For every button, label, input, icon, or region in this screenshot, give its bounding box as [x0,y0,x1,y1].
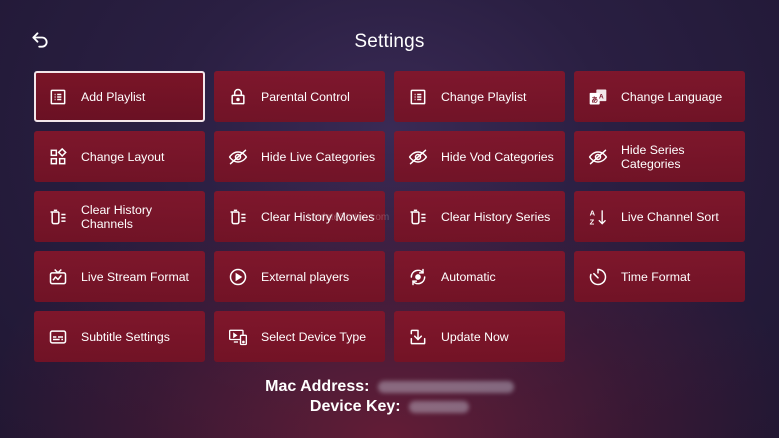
device-key-value-redacted [409,400,470,413]
translate-icon: Aあ [587,86,609,108]
tile-label: Hide Series Categories [621,142,685,171]
download-icon [407,326,429,348]
tile-label: Add Playlist [81,89,146,104]
tile-hide-live-categories[interactable]: Hide Live Categories [214,131,385,182]
tile-update-now[interactable]: Update Now [394,311,565,362]
watermark: UpdateStatus.com [307,212,390,223]
tile-automatic[interactable]: Automatic [394,251,565,302]
device-key-row: Device Key: [0,398,779,416]
auto-refresh-icon [407,266,429,288]
tile-time-format[interactable]: Time Format [574,251,745,302]
tile-select-device-type[interactable]: Select Device Type [214,311,385,362]
tile-label: Change Layout [81,149,165,164]
device-key-label: Device Key: [309,398,401,415]
svg-text:A: A [599,93,604,100]
mac-address-row: Mac Address: [0,378,779,396]
tile-hide-vod-categories[interactable]: Hide Vod Categories [394,131,565,182]
tile-label: Hide Live Categories [261,149,376,164]
tile-change-layout[interactable]: Change Layout [34,131,205,182]
tile-label: Parental Control [261,89,350,104]
tile-live-stream-format[interactable]: Live Stream Format [34,251,205,302]
tile-label: Update Now [441,329,509,344]
timer-icon [587,266,609,288]
tile-label: External players [261,269,350,284]
tile-parental-control[interactable]: Parental Control [214,71,385,122]
devices-icon [227,326,249,348]
clear-history-icon [407,206,429,228]
clear-history-icon [227,206,249,228]
eye-off-icon [587,146,609,168]
tile-label: Clear History Channels [81,202,153,231]
tile-label: Time Format [621,269,691,284]
tile-label: Hide Vod Categories [441,149,554,164]
mac-address-label: Mac Address: [265,378,370,395]
tile-add-playlist[interactable]: Add Playlist [34,71,205,122]
tile-change-language[interactable]: A あ Change Language [574,71,745,122]
tv-icon [47,266,69,288]
play-circle-icon [227,266,249,288]
svg-text:A: A [590,208,596,217]
eye-off-icon [407,146,429,168]
subtitles-icon [47,326,69,348]
tile-change-playlist[interactable]: Change Playlist [394,71,565,122]
tile-live-channel-sort[interactable]: A Z Live Channel Sort [574,191,745,242]
tile-subtitle-settings[interactable]: Subtitle Settings [34,311,205,362]
tile-label: Subtitle Settings [81,329,170,344]
tile-label: Select Device Type [261,329,367,344]
tile-hide-series-categories[interactable]: Hide Series Categories [574,131,745,182]
svg-text:Z: Z [590,217,595,226]
tile-label: Automatic [441,269,496,284]
clear-history-icon [47,206,69,228]
lock-icon [227,86,249,108]
list-icon [407,86,429,108]
tile-external-players[interactable]: External players [214,251,385,302]
tile-label: Live Stream Format [81,269,189,284]
tile-clear-history-channels[interactable]: Clear History Channels [34,191,205,242]
tile-label: Change Language [621,89,723,104]
tile-label: Change Playlist [441,89,527,104]
page-title: Settings [354,31,425,52]
list-icon [47,86,69,108]
layout-icon [47,146,69,168]
eye-off-icon [227,146,249,168]
tile-label: Clear History Series [441,209,551,224]
tile-clear-history-series[interactable]: Clear History Series [394,191,565,242]
mac-address-value-redacted [377,380,514,393]
svg-text:あ: あ [591,95,598,104]
tile-label: Live Channel Sort [621,209,719,224]
sort-az-icon: AZ [587,206,609,228]
